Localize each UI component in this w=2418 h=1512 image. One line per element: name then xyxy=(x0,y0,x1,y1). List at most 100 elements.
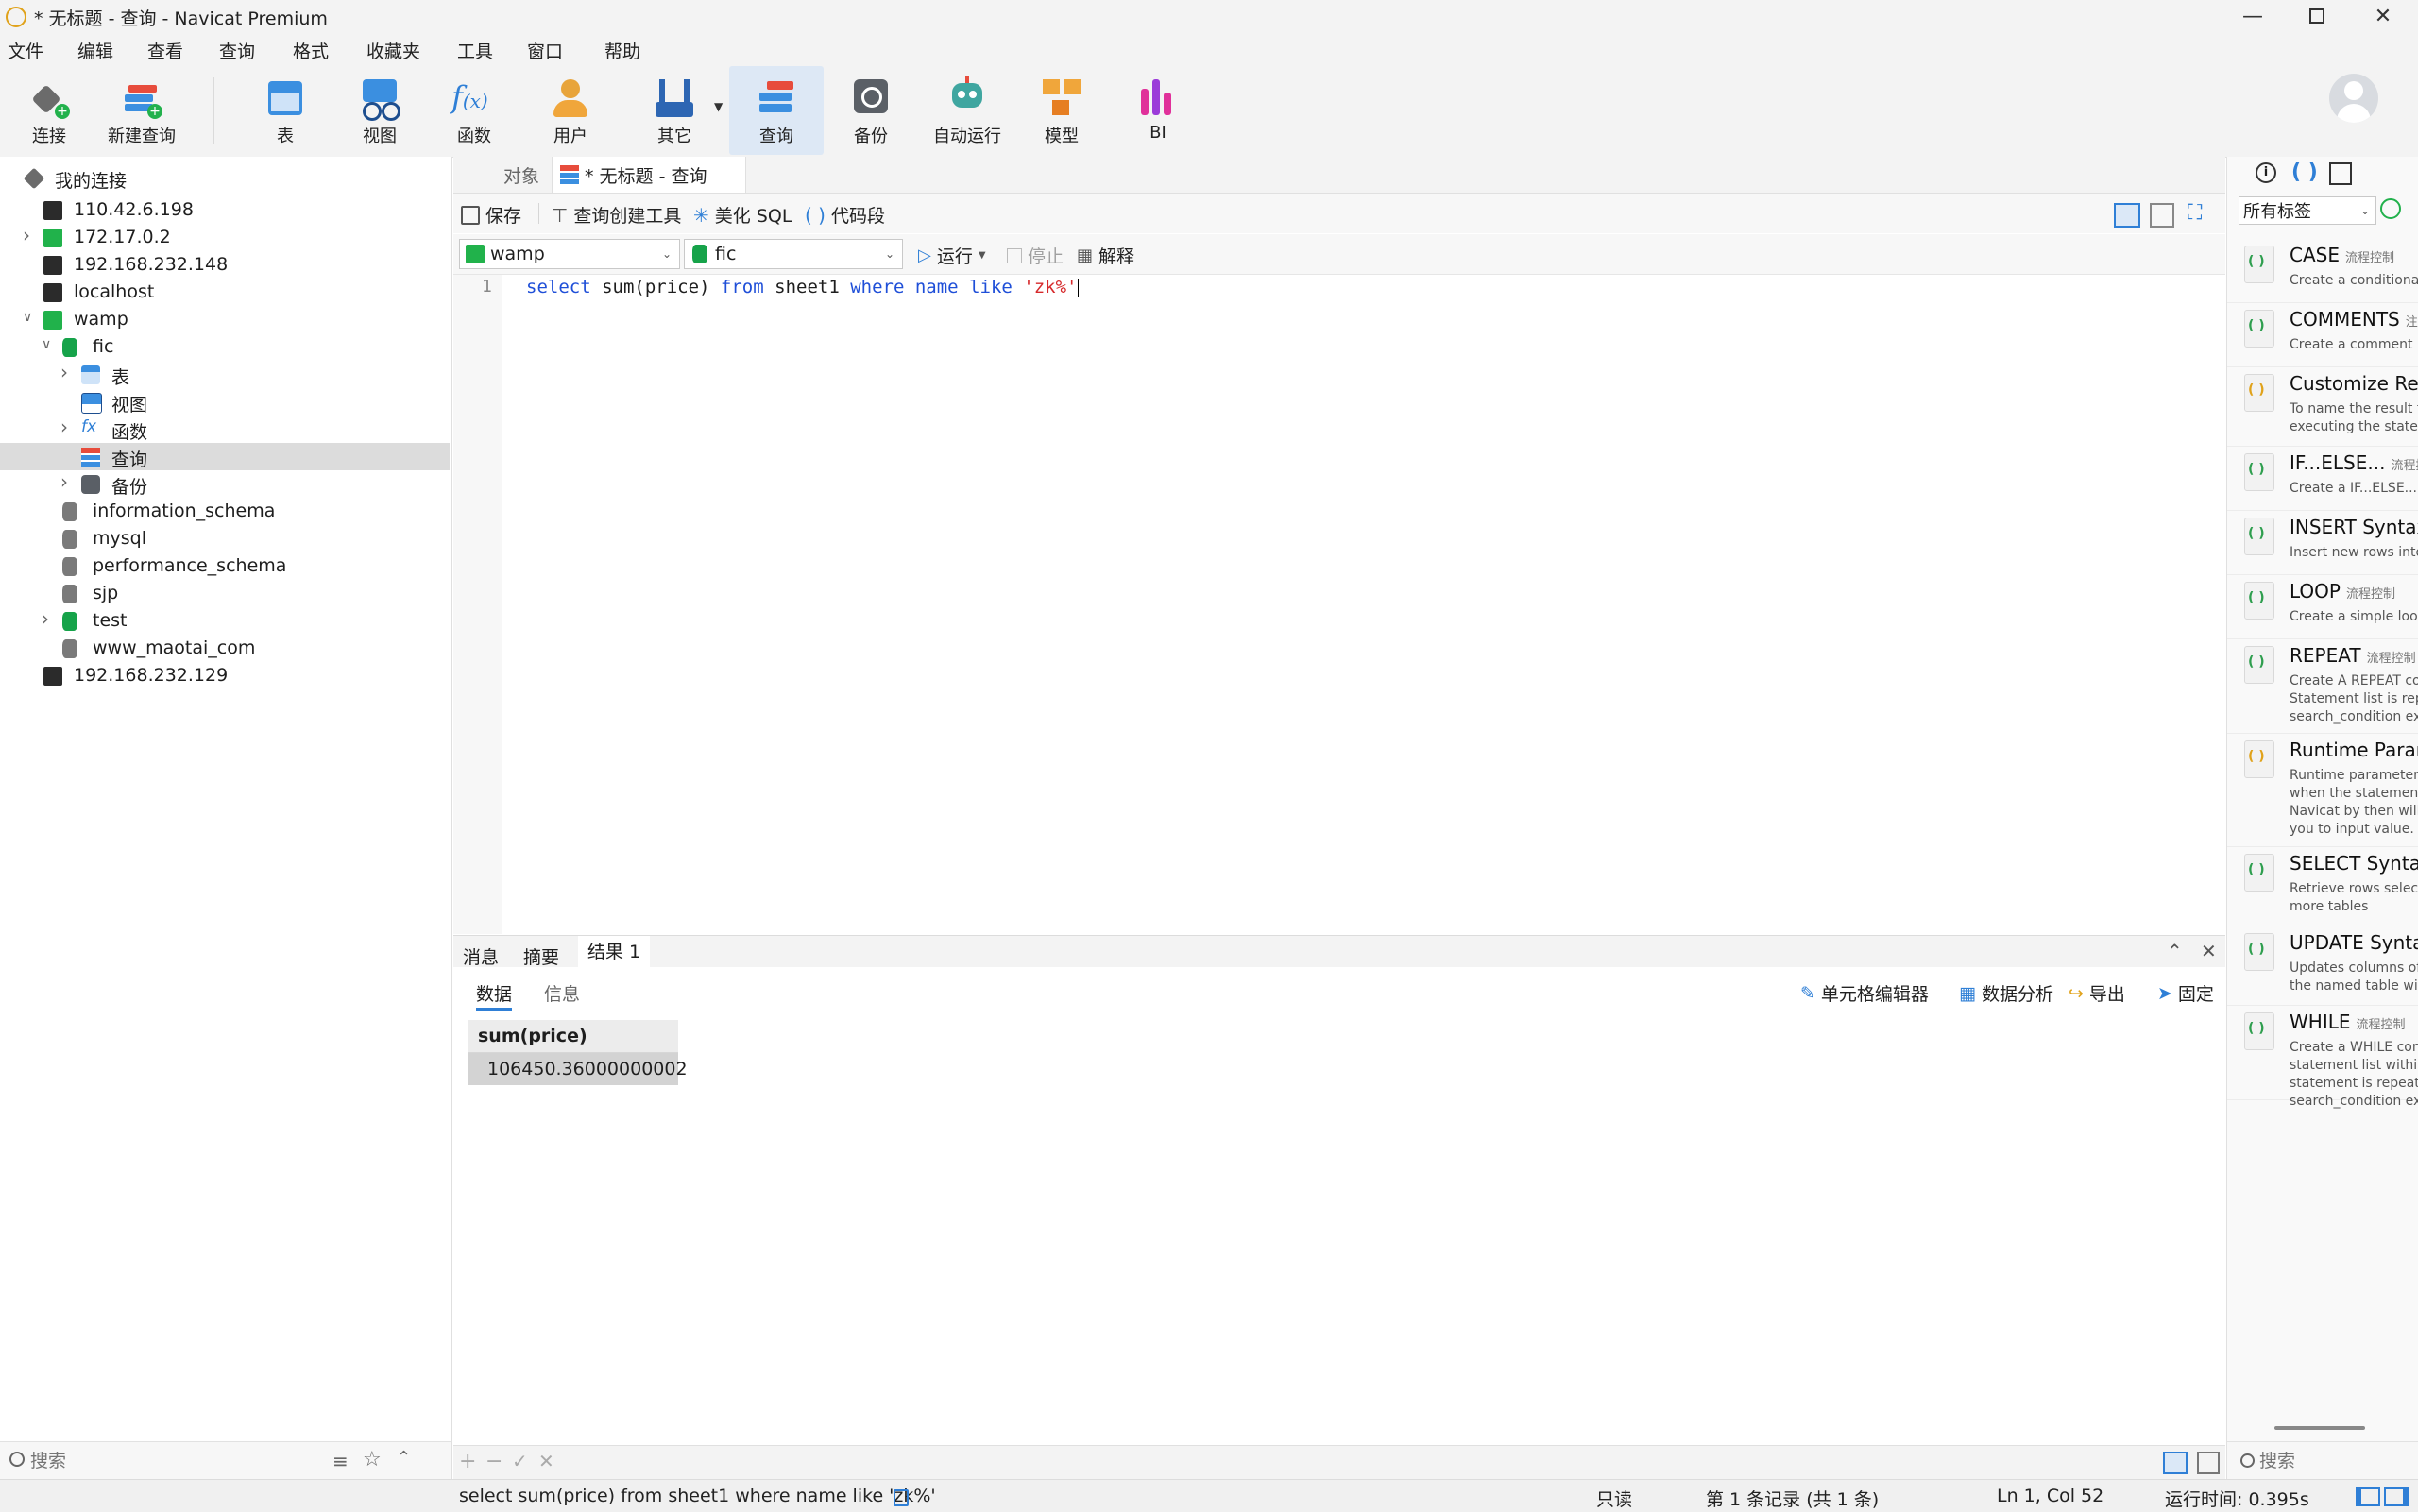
sql-code-line[interactable]: select sum(price) from sheet1 where name… xyxy=(526,277,1079,297)
snippet-item[interactable]: CASE 流程控制 Create a conditional c xyxy=(2227,238,2418,303)
toolbar-automation-button[interactable]: 自动运行 xyxy=(920,66,1014,155)
data-analysis-button[interactable]: ▦ 数据分析 xyxy=(1959,980,2053,1006)
export-button[interactable]: ↪ 导出 xyxy=(2069,980,2125,1006)
chevron-right-icon[interactable]: › xyxy=(23,224,30,246)
tree-root[interactable]: 我的连接 xyxy=(0,164,450,192)
filter-icon[interactable]: ≡ xyxy=(332,1450,349,1472)
chevron-right-icon[interactable]: › xyxy=(60,416,68,438)
toolbar-other-button[interactable]: 其它 xyxy=(627,66,722,155)
cell-editor-button[interactable]: ✎ 单元格编辑器 xyxy=(1800,980,1929,1006)
close-button[interactable]: ✕ xyxy=(2350,0,2416,32)
tree-item[interactable]: ∨ wamp xyxy=(0,306,450,333)
beautify-sql-button[interactable]: ✳ 美化 SQL xyxy=(693,202,792,228)
layout-icon[interactable] xyxy=(2329,162,2352,185)
snippet-item[interactable]: Runtime Param Runtime parameter to when t… xyxy=(2227,733,2418,847)
tab-summary[interactable]: 摘要 xyxy=(523,943,559,969)
snippet-icon[interactable]: ( ) xyxy=(2291,161,2318,184)
subtab-info[interactable]: 信息 xyxy=(544,980,580,1006)
tree-item[interactable]: › 备份 xyxy=(0,470,450,498)
snippet-item[interactable]: REPEAT 流程控制 Create A REPEAT cons Statement… xyxy=(2227,638,2418,734)
chevron-right-icon[interactable]: › xyxy=(60,361,68,383)
minimize-button[interactable]: — xyxy=(2220,0,2286,32)
menu-tools[interactable]: 工具 xyxy=(457,38,493,63)
tree-item[interactable]: 192.168.232.148 xyxy=(0,251,450,279)
tree-item[interactable]: 视图 xyxy=(0,388,450,416)
chevron-down-icon[interactable]: ▼ xyxy=(714,100,723,113)
maximize-button[interactable] xyxy=(2284,0,2350,32)
menu-query[interactable]: 查询 xyxy=(219,38,255,63)
toolbar-function-button[interactable]: f(x) 函数 xyxy=(427,66,521,155)
star-icon[interactable]: ☆ xyxy=(363,1448,382,1471)
tree-item[interactable]: 查询 xyxy=(0,443,450,470)
fullscreen-icon[interactable]: ⛶ xyxy=(2188,201,2202,225)
snippet-search-input[interactable] xyxy=(2257,1448,2412,1474)
tree-item[interactable]: mysql xyxy=(0,525,450,552)
toolbar-view-button[interactable]: 视图 xyxy=(332,66,427,155)
apply-icon[interactable]: ✓ xyxy=(512,1450,528,1472)
tree-item[interactable]: › 表 xyxy=(0,361,450,388)
tree-item[interactable]: information_schema xyxy=(0,498,450,525)
right-pane-toggle-icon[interactable] xyxy=(2384,1487,2409,1506)
toolbar-bi-button[interactable]: BI xyxy=(1111,66,1205,155)
discard-icon[interactable]: ✕ xyxy=(538,1450,554,1472)
subtab-data[interactable]: 数据 xyxy=(476,980,513,1011)
grid-cell[interactable]: 106450.36000000002 xyxy=(468,1053,688,1085)
toolbar-user-button[interactable]: 用户 xyxy=(523,66,618,155)
chevron-right-icon[interactable]: › xyxy=(42,607,49,630)
add-snippet-icon[interactable] xyxy=(2380,198,2401,219)
database-select[interactable]: fic ⌄ xyxy=(684,239,903,269)
connection-select[interactable]: wamp ⌄ xyxy=(459,239,680,269)
menu-edit[interactable]: 编辑 xyxy=(77,38,113,63)
copy-icon[interactable] xyxy=(894,1489,909,1506)
tree-item[interactable]: performance_schema xyxy=(0,552,450,580)
form-view-icon[interactable] xyxy=(2197,1452,2220,1474)
toolbar-table-button[interactable]: 表 xyxy=(238,66,332,155)
menu-window[interactable]: 窗口 xyxy=(527,38,563,63)
query-builder-button[interactable]: ⊤ 查询创建工具 xyxy=(552,202,681,228)
scrollbar-horizontal[interactable] xyxy=(2274,1426,2365,1430)
toolbar-new-query-button[interactable]: + 新建查询 xyxy=(94,66,189,155)
menu-favorites[interactable]: 收藏夹 xyxy=(366,38,420,63)
snippet-item[interactable]: LOOP 流程控制 Create a simple loop c xyxy=(2227,574,2418,639)
add-row-icon[interactable]: + xyxy=(459,1450,476,1473)
layout-split-vertical-icon[interactable] xyxy=(2150,203,2174,228)
menu-view[interactable]: 查看 xyxy=(147,38,183,63)
run-button[interactable]: ▷ 运行 ▼ xyxy=(918,243,986,268)
tree-item[interactable]: › 172.17.0.2 xyxy=(0,224,450,251)
snippet-item[interactable]: INSERT Syntax Insert new rows into a xyxy=(2227,510,2418,575)
menu-format[interactable]: 格式 xyxy=(293,38,329,63)
tab-result-1[interactable]: 结果 1 xyxy=(578,936,651,968)
left-pane-toggle-icon[interactable] xyxy=(2356,1487,2380,1506)
sql-editor[interactable] xyxy=(453,275,2225,934)
tree-item[interactable]: ∨ fic xyxy=(0,333,450,361)
snippet-item[interactable]: IF...ELSE... 流程控 Create a IF...ELSE... co xyxy=(2227,446,2418,511)
tree-item[interactable]: sjp xyxy=(0,580,450,607)
toolbar-query-button[interactable]: 查询 xyxy=(729,66,824,155)
tree-item[interactable]: localhost xyxy=(0,279,450,306)
avatar[interactable] xyxy=(2329,74,2378,123)
tab-untitled-query[interactable]: * 无标题 - 查询 xyxy=(552,157,746,193)
snippet-item[interactable]: UPDATE Synta Updates columns of e the nam… xyxy=(2227,926,2418,1006)
chevron-down-icon[interactable]: ∨ xyxy=(42,337,51,352)
grid-view-icon[interactable] xyxy=(2163,1452,2188,1474)
menu-help[interactable]: 帮助 xyxy=(604,38,640,63)
stop-button[interactable]: 停止 xyxy=(1007,243,1064,268)
tree-search-input[interactable] xyxy=(28,1448,315,1474)
column-header[interactable]: sum(price) xyxy=(468,1020,678,1053)
layout-split-horizontal-icon[interactable] xyxy=(2114,203,2140,228)
snippet-item[interactable]: SELECT Syntax Retrieve rows selected more… xyxy=(2227,846,2418,926)
tree-item[interactable]: www_maotai_com xyxy=(0,635,450,662)
tree-item[interactable]: 192.168.232.129 xyxy=(0,662,450,689)
snippet-item[interactable]: COMMENTS 注 Create a comment xyxy=(2227,302,2418,367)
info-icon[interactable]: i xyxy=(2256,162,2276,183)
delete-row-icon[interactable]: − xyxy=(485,1450,502,1473)
code-snippet-button[interactable]: ( ) 代码段 xyxy=(805,202,885,228)
menu-file[interactable]: 文件 xyxy=(8,38,43,63)
chevron-right-icon[interactable]: › xyxy=(60,470,68,493)
tree-item[interactable]: › test xyxy=(0,607,450,635)
tab-objects[interactable]: 对象 xyxy=(482,157,561,193)
pin-button[interactable]: ➤ 固定 xyxy=(2157,980,2214,1006)
tag-filter-select[interactable]: 所有标签 ⌄ xyxy=(2239,196,2376,225)
toolbar-connect-button[interactable]: + 连接 xyxy=(2,66,96,155)
snippet-item[interactable]: WHILE 流程控制 Create a WHILE const statement … xyxy=(2227,1005,2418,1109)
